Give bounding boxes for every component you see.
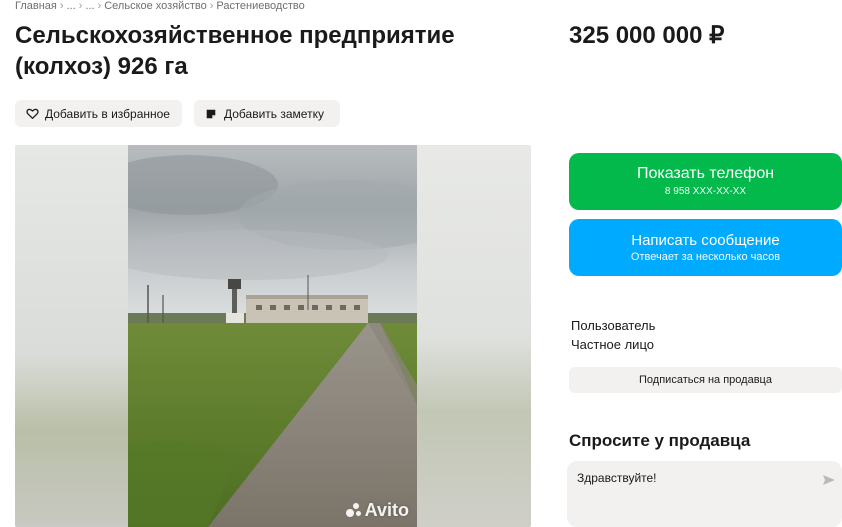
- gallery-blur-left: [15, 145, 128, 527]
- add-note-button[interactable]: Добавить заметку: [194, 100, 340, 127]
- write-message-label: Написать сообщение: [631, 232, 780, 249]
- breadcrumb: Главная ›... ›... › Сельское хозяйство › Расте…: [15, 0, 305, 12]
- add-to-favorites-button[interactable]: Добавить в избранное: [15, 100, 182, 127]
- avito-logo-icon: [345, 502, 362, 519]
- note-icon: [204, 107, 218, 121]
- avito-watermark-text: Avito: [364, 500, 409, 520]
- breadcrumb-separator: ›: [97, 0, 102, 12]
- send-icon[interactable]: [822, 473, 836, 487]
- listing-photo[interactable]: Avito: [128, 145, 417, 527]
- breadcrumb-collapsed-2[interactable]: ...: [85, 0, 94, 12]
- breadcrumb-agriculture[interactable]: Сельское хозяйство: [104, 0, 206, 12]
- ask-seller-input[interactable]: [577, 471, 807, 485]
- listing-price: 325 000 000 ₽: [569, 22, 725, 49]
- seller-name[interactable]: Пользователь: [571, 318, 655, 333]
- add-note-label: Добавить заметку: [224, 106, 324, 121]
- response-time-text: Отвечает за несколько часов: [630, 251, 781, 263]
- breadcrumb-separator: ›: [78, 0, 83, 12]
- avito-watermark: Avito: [345, 500, 409, 521]
- show-phone-label: Показать телефон: [636, 165, 775, 182]
- subscribe-to-seller-button[interactable]: Подписаться на продавца: [569, 367, 842, 393]
- ask-seller-title: Спросите у продавца: [569, 431, 751, 450]
- farm-photo-image: [128, 145, 417, 527]
- breadcrumb-collapsed-1[interactable]: ...: [67, 0, 76, 12]
- photo-gallery[interactable]: Avito: [15, 145, 531, 527]
- listing-title: Сельскохозяйственное предприятие (колхоз…: [15, 22, 455, 80]
- add-to-favorites-label: Добавить в избранное: [45, 106, 170, 121]
- masked-phone-number: 8 958 XXX-XX-XX: [664, 186, 747, 197]
- breadcrumb-home[interactable]: Главная: [15, 0, 57, 12]
- breadcrumb-separator: ›: [59, 0, 64, 12]
- write-message-button[interactable]: Написать сообщение Отвечает за несколько…: [569, 219, 842, 276]
- show-phone-button[interactable]: Показать телефон 8 958 XXX-XX-XX: [569, 153, 842, 210]
- gallery-blur-right: [417, 145, 531, 527]
- ask-seller-box: [567, 461, 842, 527]
- breadcrumb-separator: ›: [209, 0, 214, 12]
- seller-type: Частное лицо: [571, 337, 654, 352]
- heart-icon: [25, 107, 39, 121]
- breadcrumb-crop-production[interactable]: Растениеводство: [216, 0, 304, 12]
